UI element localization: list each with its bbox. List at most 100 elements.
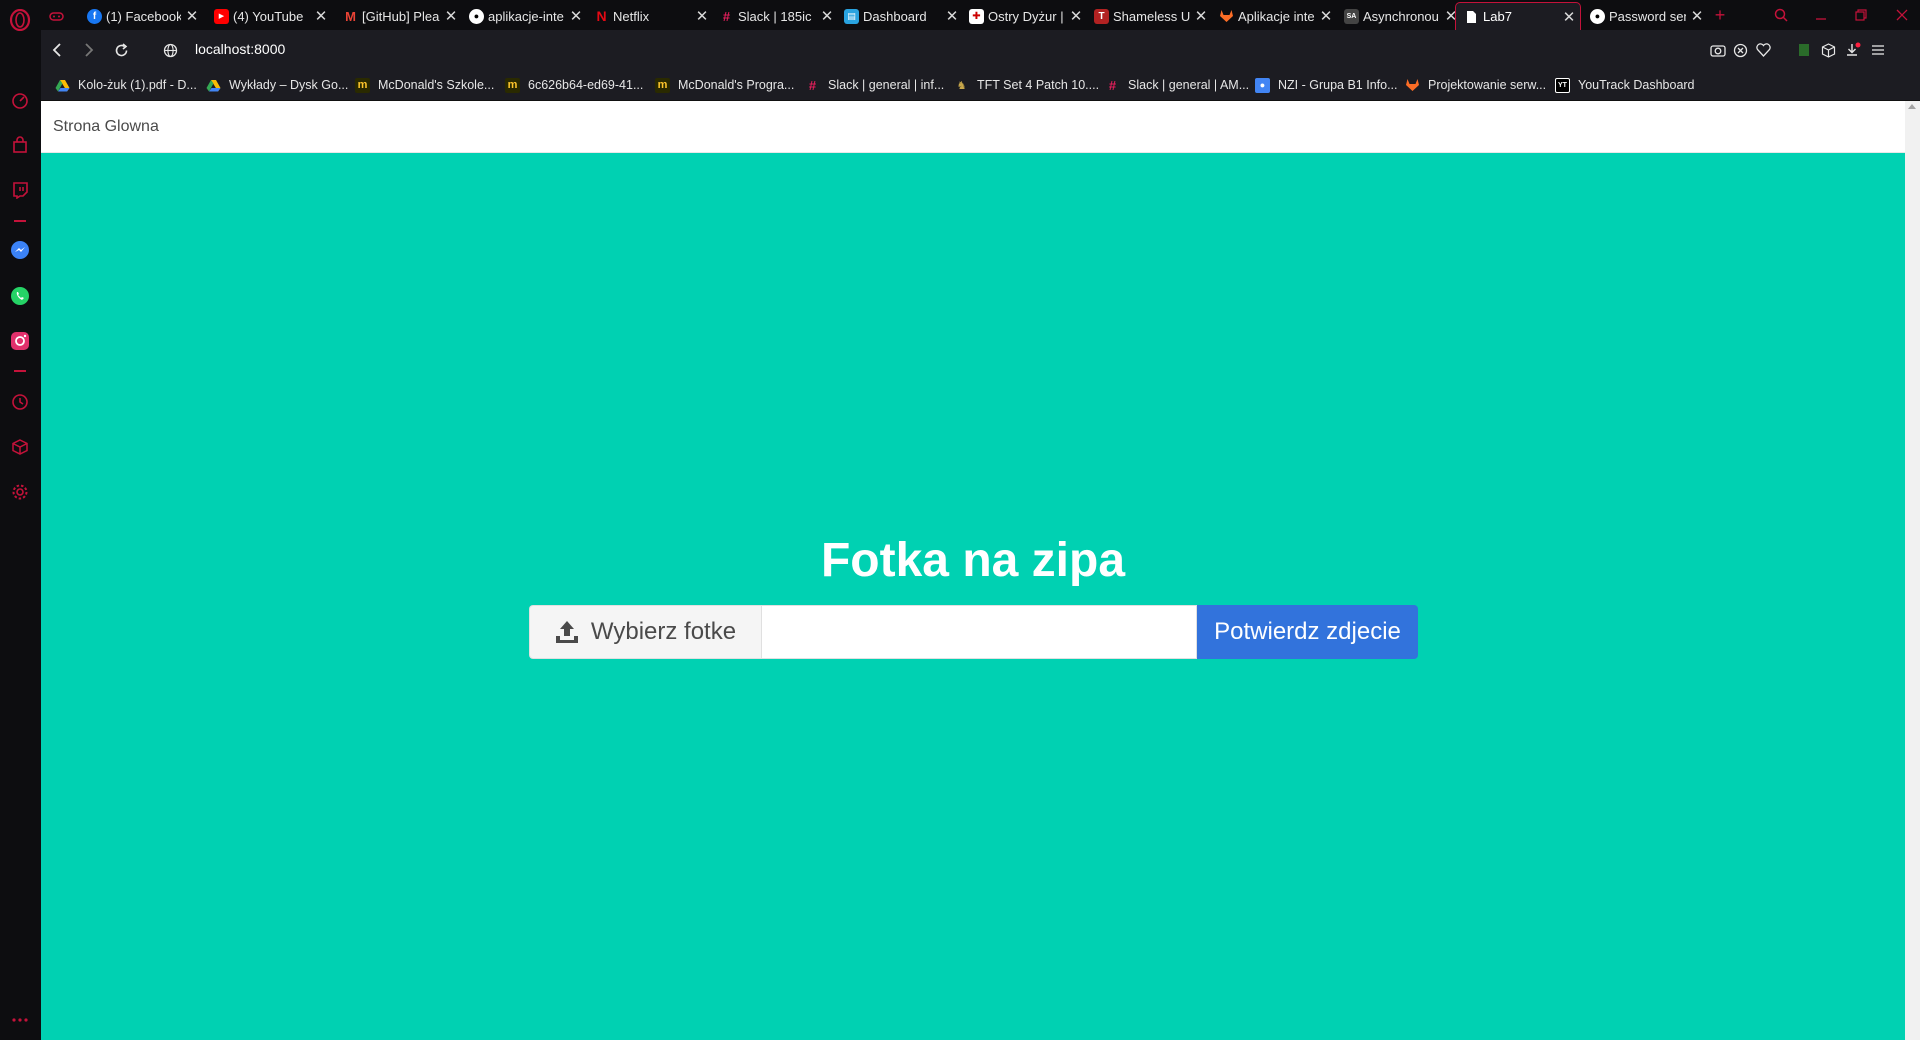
- tab-label: Shameless US: [1113, 8, 1190, 24]
- url-field[interactable]: localhost:8000: [195, 41, 285, 57]
- tab-shameless[interactable]: T Shameless US ✕: [1086, 2, 1212, 30]
- close-tab-icon[interactable]: ✕: [314, 7, 328, 25]
- instagram-icon[interactable]: [8, 329, 32, 353]
- tab-gmail-github[interactable]: M [GitHub] Plea ✕: [335, 2, 462, 30]
- page-scrollbar[interactable]: [1905, 101, 1920, 1040]
- bookmark-item[interactable]: Projektowanie serw...: [1405, 76, 1546, 94]
- settings-gear-icon[interactable]: [8, 480, 32, 504]
- twitch-icon[interactable]: [8, 178, 32, 202]
- page-content: Strona Glowna Fotka na zipa Wybierz fotk…: [41, 101, 1905, 1040]
- tab-password[interactable]: ● Password sen ✕: [1582, 2, 1708, 30]
- bookmark-item[interactable]: YT YouTrack Dashboard: [1555, 76, 1695, 94]
- easy-setup-icon[interactable]: [1867, 39, 1889, 61]
- bookmark-label: Slack | general | inf...: [828, 78, 945, 92]
- close-tab-icon[interactable]: ✕: [185, 7, 199, 25]
- tab-ostry-dyzur[interactable]: ✚ Ostry Dyżur | ✕: [961, 2, 1087, 30]
- confirm-photo-button[interactable]: Potwierdz zdjecie: [1197, 605, 1418, 659]
- battery-extension-icon[interactable]: [1793, 39, 1815, 61]
- site-info-globe-icon[interactable]: [158, 38, 182, 62]
- scroll-up-arrow-icon[interactable]: [1908, 104, 1916, 109]
- dashboard-icon: ▤: [844, 8, 859, 24]
- forward-button[interactable]: [77, 38, 101, 62]
- bookmark-label: Kolo-żuk (1).pdf - D...: [78, 78, 197, 92]
- opera-logo-icon[interactable]: [8, 8, 32, 32]
- youtrack-icon: YT: [1555, 77, 1570, 93]
- tab-label: Slack | 185ic |: [738, 8, 816, 24]
- close-tab-icon[interactable]: ✕: [444, 7, 458, 25]
- tab-slack[interactable]: # Slack | 185ic | ✕: [711, 2, 838, 30]
- back-button[interactable]: [45, 38, 69, 62]
- site-navbar: Strona Glowna: [41, 101, 1905, 153]
- close-tab-icon[interactable]: ✕: [1194, 7, 1208, 25]
- reload-button[interactable]: [109, 38, 133, 62]
- close-tab-icon[interactable]: ✕: [569, 7, 583, 25]
- file-name-field[interactable]: [761, 605, 1197, 659]
- facebook-icon: f: [87, 8, 102, 24]
- tab-label: Netflix: [613, 8, 650, 24]
- bookmark-item[interactable]: ♞ TFT Set 4 Patch 10....: [954, 76, 1099, 94]
- choose-file-label: Wybierz fotke: [590, 618, 737, 645]
- tab-netflix[interactable]: N Netflix ✕: [586, 2, 713, 30]
- tab-label: Ostry Dyżur |: [988, 8, 1064, 24]
- bookmark-label: McDonald's Szkole...: [378, 78, 495, 92]
- close-tab-icon[interactable]: ✕: [945, 7, 959, 25]
- bookmark-heart-icon[interactable]: [1752, 39, 1774, 61]
- tab-label: Asynchronou: [1363, 8, 1439, 24]
- close-tab-icon[interactable]: ✕: [1069, 7, 1083, 25]
- bookmark-item[interactable]: # Slack | general | inf...: [805, 76, 944, 94]
- bookmark-item[interactable]: # Slack | general | AM...: [1105, 76, 1249, 94]
- bookmark-item[interactable]: ● NZI - Grupa B1 Info...: [1255, 76, 1398, 94]
- close-tab-icon[interactable]: ✕: [695, 7, 709, 25]
- shopping-bag-icon[interactable]: [8, 133, 32, 157]
- document-icon: [1464, 9, 1479, 24]
- tab-youtube[interactable]: ▶ (4) YouTube ✕: [206, 2, 332, 30]
- adblock-icon[interactable]: [1729, 39, 1751, 61]
- tab-asynchronous[interactable]: SA Asynchronou ✕: [1336, 2, 1462, 30]
- shameless-icon: T: [1094, 8, 1109, 24]
- speed-dial-icon[interactable]: [8, 88, 32, 112]
- extensions-cube-icon[interactable]: [8, 435, 32, 459]
- new-tab-button[interactable]: +: [1708, 4, 1732, 26]
- bookmark-item[interactable]: Wykłady – Dysk Go...: [206, 76, 348, 94]
- snapshot-camera-icon[interactable]: [1707, 39, 1729, 61]
- bookmark-label: NZI - Grupa B1 Info...: [1278, 78, 1398, 92]
- bookmark-label: Projektowanie serw...: [1428, 78, 1547, 92]
- tab-gx-corner[interactable]: [45, 2, 75, 30]
- bookmark-item[interactable]: m McDonald's Progra...: [655, 76, 794, 94]
- tab-label: Lab7: [1483, 9, 1512, 24]
- bookmark-item[interactable]: m 6c626b64-ed69-41...: [505, 76, 643, 94]
- search-tabs-icon[interactable]: [1769, 4, 1793, 26]
- navbar-brand-link[interactable]: Strona Glowna: [53, 118, 159, 136]
- address-bar-row: localhost:8000: [41, 30, 1920, 69]
- extensions-cube-icon[interactable]: [1817, 39, 1839, 61]
- messenger-icon[interactable]: [8, 238, 32, 262]
- sidebar-separator: [14, 370, 26, 372]
- gamepad-icon: [49, 9, 64, 24]
- downloads-icon[interactable]: [1842, 39, 1864, 61]
- bookmarks-bar: Kolo-żuk (1).pdf - D... Wykłady – Dysk G…: [41, 69, 1920, 101]
- choose-file-button[interactable]: Wybierz fotke: [529, 605, 761, 659]
- tab-facebook[interactable]: f (1) Facebook ✕: [79, 2, 203, 30]
- tab-dashboard[interactable]: ▤ Dashboard ✕: [836, 2, 963, 30]
- close-tab-icon[interactable]: ✕: [1562, 8, 1576, 26]
- minimize-button[interactable]: [1809, 4, 1833, 26]
- restore-button[interactable]: [1849, 4, 1873, 26]
- tab-github-aplikacje[interactable]: ● aplikacje-inte ✕: [461, 2, 587, 30]
- bookmark-item[interactable]: m McDonald's Szkole...: [355, 76, 494, 94]
- ostry-dyzur-icon: ✚: [969, 8, 984, 24]
- gmail-icon: M: [345, 8, 356, 24]
- bookmark-label: Wykłady – Dysk Go...: [229, 78, 349, 92]
- close-window-button[interactable]: [1890, 4, 1914, 26]
- history-icon[interactable]: [8, 390, 32, 414]
- tab-lab7[interactable]: Lab7 ✕: [1455, 2, 1581, 30]
- more-icon[interactable]: [8, 1008, 32, 1032]
- bookmark-label: Slack | general | AM...: [1128, 78, 1250, 92]
- close-tab-icon[interactable]: ✕: [820, 7, 834, 25]
- google-drive-icon: [55, 78, 70, 93]
- whatsapp-icon[interactable]: [8, 284, 32, 308]
- tab-gitlab-aplikacje[interactable]: Aplikacje inte ✕: [1211, 2, 1337, 30]
- close-tab-icon[interactable]: ✕: [1690, 7, 1704, 25]
- close-tab-icon[interactable]: ✕: [1319, 7, 1333, 25]
- upload-icon: [555, 620, 579, 644]
- bookmark-item[interactable]: Kolo-żuk (1).pdf - D...: [55, 76, 197, 94]
